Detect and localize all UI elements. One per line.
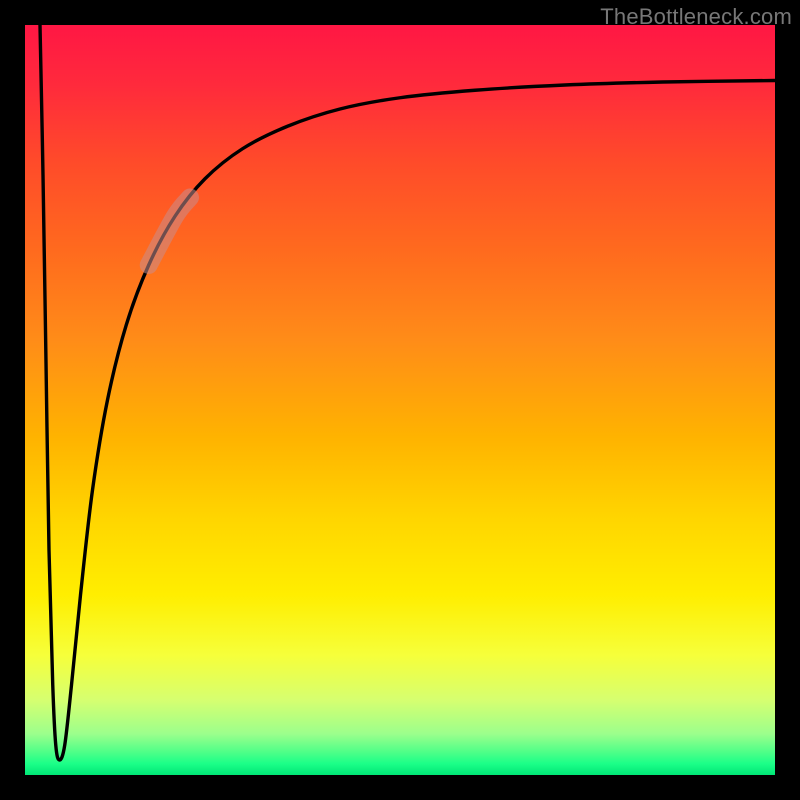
chart-stage: TheBottleneck.com: [0, 0, 800, 800]
plot-background: [25, 25, 775, 775]
chart-svg: [0, 0, 800, 800]
watermark-label: TheBottleneck.com: [600, 4, 792, 30]
